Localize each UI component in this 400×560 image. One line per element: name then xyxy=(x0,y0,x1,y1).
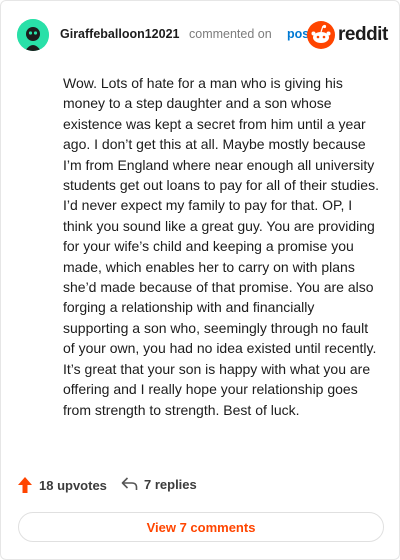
comment-header: Giraffeballoon12021 commented on post re… xyxy=(17,19,388,53)
upvote-button[interactable]: 18 upvotes xyxy=(17,476,107,494)
comment-footer: 18 upvotes 7 replies xyxy=(17,476,383,502)
upvote-arrow-icon xyxy=(18,477,32,493)
upvote-count: 18 upvotes xyxy=(39,477,107,493)
avatar-icon xyxy=(17,19,49,51)
replies-button[interactable]: 7 replies xyxy=(121,476,197,492)
comment-body: Wow. Lots of hate for a man who is givin… xyxy=(63,75,379,418)
comment-card: Giraffeballoon12021 commented on post re… xyxy=(0,0,400,560)
brand-name: reddit xyxy=(338,24,388,45)
username[interactable]: Giraffeballoon12021 xyxy=(60,27,180,41)
reddit-snoo-icon xyxy=(307,21,335,49)
action-text: commented on xyxy=(189,27,272,41)
view-comments-button[interactable]: View 7 comments xyxy=(18,512,384,542)
reddit-logo[interactable]: reddit xyxy=(307,20,388,50)
user-avatar[interactable] xyxy=(17,19,49,51)
reply-count: 7 replies xyxy=(144,476,197,492)
reply-arrow-icon xyxy=(121,477,138,490)
